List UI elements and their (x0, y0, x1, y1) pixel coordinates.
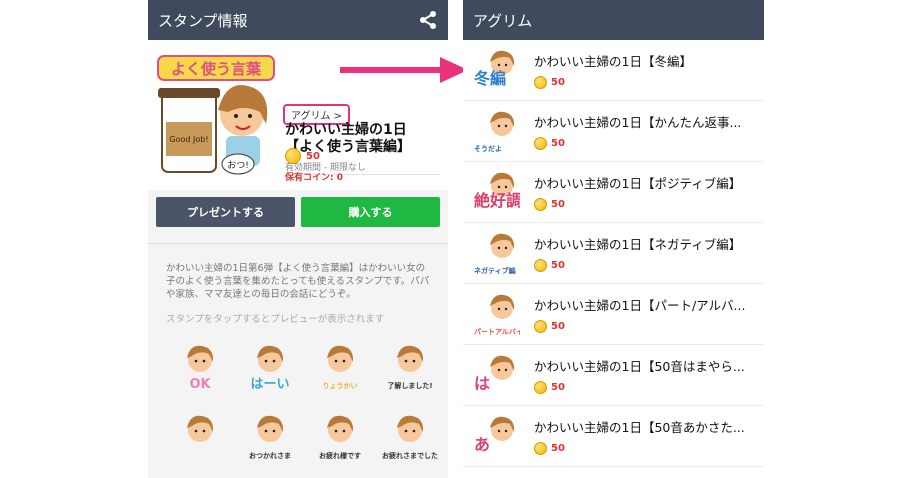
sticker-caption: りょうかい (323, 381, 358, 390)
list-item-price-value: 50 (551, 260, 565, 271)
list-item-text: かわいい主婦の1日【パート/アルバ... 50 (534, 295, 745, 333)
coin-icon (534, 137, 547, 150)
sticker-thumb[interactable]: おつかれさま (238, 410, 302, 468)
preview-hint: スタンプをタップするとプレビューが表示されます (166, 314, 385, 325)
sticker-caption: お疲れさまでした (382, 451, 438, 460)
price-value: 50 (306, 150, 320, 162)
list-item-price: 50 (534, 442, 745, 455)
sticker-pack-thumb: は (474, 355, 515, 393)
sticker-list-item[interactable]: ネガティブ編 かわいい主婦の1日【ネガティブ編】 50 (463, 223, 764, 284)
owned-coins: 保有コイン: 0 (285, 170, 343, 183)
thumb-label: 冬編 (474, 69, 506, 88)
sticker-caption: おつかれさま (249, 451, 291, 460)
sticker-caption: 了解しました! (387, 381, 432, 390)
list-item-title: かわいい主婦の1日【50音あかさた... (534, 420, 745, 435)
author-header: アグリム (463, 0, 764, 40)
sticker-thumb[interactable]: お疲れ様です (308, 410, 372, 468)
list-item-title: かわいい主婦の1日【50音はまやら... (534, 359, 745, 374)
sticker-thumb[interactable] (168, 410, 232, 468)
sticker-description: かわいい主婦の1日第6弾【よく使う言葉編】はかわいい女の子のよく使う言葉を集めた… (166, 263, 430, 300)
list-item-price-value: 50 (551, 138, 565, 149)
sticker-pack-thumb: 冬編 (474, 50, 515, 88)
sticker-thumb[interactable]: OK (168, 340, 232, 398)
sticker-grid: OK はーい りょうかい 了解しました! おつかれさま お疲れ様です お疲れさまでした (168, 340, 438, 468)
sticker-caption: OK (189, 377, 211, 392)
list-item-price: 50 (534, 198, 741, 211)
action-buttons: プレゼントする 購入する (156, 197, 440, 227)
list-item-price: 50 (534, 76, 692, 89)
author-sticker-list-panel: アグリム 冬編 かわいい主婦の1日【冬編】 50 そうだよ かわいい主婦の1日【かんたん… (463, 0, 764, 478)
sticker-list-item[interactable]: そうだよ かわいい主婦の1日【かんたん返事... 50 (463, 101, 764, 162)
sticker-pack-thumb: 絶好調 (474, 172, 520, 210)
sticker-caption: はーい (250, 377, 289, 392)
sticker-list-item[interactable]: あ かわいい主婦の1日【50音あかさた... 50 (463, 406, 764, 467)
thumb-label: そうだよ (474, 144, 502, 153)
coin-icon (285, 148, 301, 164)
coin-icon (534, 198, 547, 211)
list-item-text: かわいい主婦の1日【50音はまやら... 50 (534, 356, 745, 394)
list-item-text: かわいい主婦の1日【ネガティブ編】 50 (534, 234, 741, 272)
list-item-title: かわいい主婦の1日【ポジティブ編】 (534, 176, 742, 191)
author-header-title: アグリム (473, 11, 533, 30)
section-divider (148, 243, 448, 244)
main-image-cup-text: Good Job! (169, 135, 208, 144)
main-image-banner: よく使う言葉 (171, 60, 262, 78)
coin-icon (534, 259, 547, 272)
thumb-label: 絶好調 (474, 191, 520, 210)
owned-coins-label: 保有コイン: (285, 173, 337, 183)
main-image-bubble: おつ! (227, 160, 249, 171)
list-item-text: かわいい主婦の1日【ポジティブ編】 50 (534, 173, 741, 211)
list-item-price: 50 (534, 259, 741, 272)
list-item-price: 50 (534, 137, 741, 150)
header-title: スタンプ情報 (158, 11, 248, 30)
sticker-title-line1: かわいい主婦の1日 (285, 122, 407, 138)
buy-button[interactable]: 購入する (301, 197, 440, 227)
sticker-pack-thumb: そうだよ (474, 111, 515, 153)
coin-icon (534, 442, 547, 455)
sticker-price: 50 (285, 148, 320, 164)
present-button[interactable]: プレゼントする (156, 197, 295, 227)
sticker-thumb[interactable]: りょうかい (308, 340, 372, 398)
sticker-pack-thumb: パートアルバイト (474, 294, 520, 336)
thumb-label: パートアルバイト (474, 327, 520, 336)
list-item-text: かわいい主婦の1日【かんたん返事... 50 (534, 112, 741, 150)
sticker-list-item[interactable]: パートアルバイト かわいい主婦の1日【パート/アルバ... 50 (463, 284, 764, 345)
sticker-list-item[interactable]: は かわいい主婦の1日【50音はまやら... 50 (463, 345, 764, 406)
sticker-list-item[interactable]: 絶好調 かわいい主婦の1日【ポジティブ編】 50 (463, 162, 764, 223)
share-icon[interactable] (418, 10, 438, 30)
sticker-info-header: スタンプ情報 (148, 0, 448, 40)
list-item-title: かわいい主婦の1日【かんたん返事... (534, 115, 742, 130)
sticker-pack-thumb: ネガティブ編 (474, 233, 516, 275)
coin-icon (534, 381, 547, 394)
sticker-thumb[interactable]: お疲れさまでした (378, 410, 442, 468)
sticker-list-item[interactable]: 冬編 かわいい主婦の1日【冬編】 50 (463, 40, 764, 101)
list-item-text: かわいい主婦の1日【50音あかさた... 50 (534, 417, 745, 455)
list-item-price-value: 50 (551, 199, 565, 210)
owned-coins-value: 0 (336, 173, 343, 183)
list-item-title: かわいい主婦の1日【パート/アルバ... (534, 298, 746, 313)
list-item-price-value: 50 (551, 382, 565, 393)
list-item-title: かわいい主婦の1日【冬編】 (534, 54, 692, 69)
thumb-label: は (474, 374, 490, 393)
list-item-price-value: 50 (551, 77, 565, 88)
list-item-price: 50 (534, 320, 745, 333)
sticker-caption: お疲れ様です (319, 451, 361, 460)
coin-icon (534, 76, 547, 89)
thumb-label: あ (474, 435, 490, 454)
list-item-title: かわいい主婦の1日【ネガティブ編】 (534, 237, 742, 252)
coin-icon (534, 320, 547, 333)
sticker-thumb[interactable]: はーい (238, 340, 302, 398)
list-item-price-value: 50 (551, 443, 565, 454)
sticker-main-image[interactable]: よく使う言葉 Good Job! おつ! (156, 52, 276, 180)
sticker-list: 冬編 かわいい主婦の1日【冬編】 50 そうだよ かわいい主婦の1日【かんたん返事...… (463, 40, 764, 467)
sticker-thumb[interactable]: 了解しました! (378, 340, 442, 398)
sticker-pack-thumb: あ (474, 416, 515, 454)
list-item-text: かわいい主婦の1日【冬編】 50 (534, 51, 692, 89)
thumb-label: ネガティブ編 (474, 266, 516, 275)
pointer-arrow (340, 57, 468, 83)
list-item-price: 50 (534, 381, 745, 394)
list-item-price-value: 50 (551, 321, 565, 332)
